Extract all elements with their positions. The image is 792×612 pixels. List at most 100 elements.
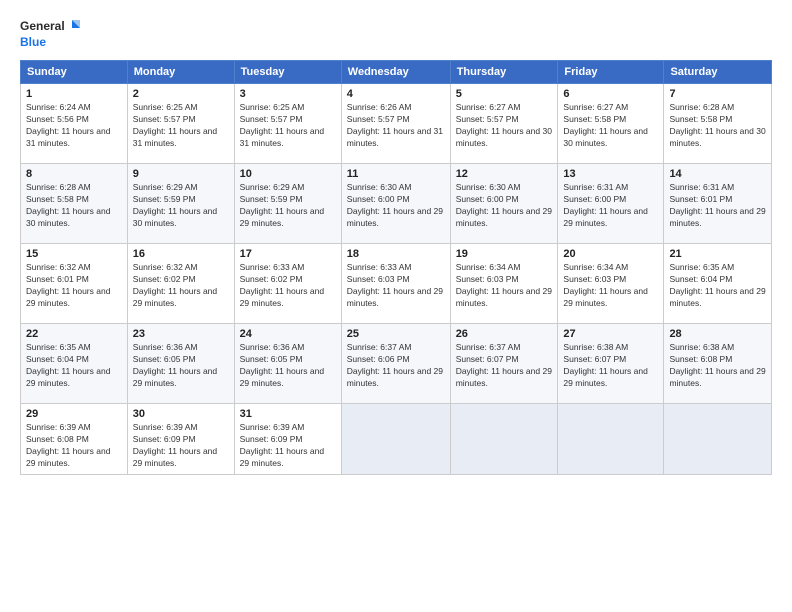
day-number: 3: [240, 88, 336, 100]
day-info: Sunrise: 6:37 AM Sunset: 6:06 PM Dayligh…: [347, 342, 445, 390]
day-cell: 6 Sunrise: 6:27 AM Sunset: 5:58 PM Dayli…: [558, 84, 664, 164]
day-number: 11: [347, 168, 445, 180]
day-cell: 24 Sunrise: 6:36 AM Sunset: 6:05 PM Dayl…: [234, 324, 341, 404]
day-cell: [664, 404, 772, 475]
day-number: 5: [456, 88, 553, 100]
day-number: 10: [240, 168, 336, 180]
day-info: Sunrise: 6:24 AM Sunset: 5:56 PM Dayligh…: [26, 102, 122, 150]
day-info: Sunrise: 6:39 AM Sunset: 6:09 PM Dayligh…: [133, 422, 229, 470]
day-cell: 30 Sunrise: 6:39 AM Sunset: 6:09 PM Dayl…: [127, 404, 234, 475]
day-number: 31: [240, 408, 336, 420]
day-cell: [450, 404, 558, 475]
day-info: Sunrise: 6:34 AM Sunset: 6:03 PM Dayligh…: [456, 262, 553, 310]
day-cell: 22 Sunrise: 6:35 AM Sunset: 6:04 PM Dayl…: [21, 324, 128, 404]
day-cell: 19 Sunrise: 6:34 AM Sunset: 6:03 PM Dayl…: [450, 244, 558, 324]
day-cell: [341, 404, 450, 475]
header: General Blue: [20, 16, 772, 52]
day-info: Sunrise: 6:32 AM Sunset: 6:02 PM Dayligh…: [133, 262, 229, 310]
weekday-header-sunday: Sunday: [21, 61, 128, 84]
day-number: 16: [133, 248, 229, 260]
day-info: Sunrise: 6:25 AM Sunset: 5:57 PM Dayligh…: [133, 102, 229, 150]
day-number: 6: [563, 88, 658, 100]
day-info: Sunrise: 6:35 AM Sunset: 6:04 PM Dayligh…: [26, 342, 122, 390]
day-cell: 29 Sunrise: 6:39 AM Sunset: 6:08 PM Dayl…: [21, 404, 128, 475]
calendar-table: SundayMondayTuesdayWednesdayThursdayFrid…: [20, 60, 772, 475]
day-cell: 13 Sunrise: 6:31 AM Sunset: 6:00 PM Dayl…: [558, 164, 664, 244]
day-number: 13: [563, 168, 658, 180]
day-info: Sunrise: 6:26 AM Sunset: 5:57 PM Dayligh…: [347, 102, 445, 150]
day-number: 9: [133, 168, 229, 180]
day-info: Sunrise: 6:37 AM Sunset: 6:07 PM Dayligh…: [456, 342, 553, 390]
day-info: Sunrise: 6:30 AM Sunset: 6:00 PM Dayligh…: [456, 182, 553, 230]
day-cell: [558, 404, 664, 475]
day-number: 27: [563, 328, 658, 340]
day-cell: 14 Sunrise: 6:31 AM Sunset: 6:01 PM Dayl…: [664, 164, 772, 244]
day-cell: 8 Sunrise: 6:28 AM Sunset: 5:58 PM Dayli…: [21, 164, 128, 244]
day-number: 7: [669, 88, 766, 100]
day-info: Sunrise: 6:31 AM Sunset: 6:00 PM Dayligh…: [563, 182, 658, 230]
day-info: Sunrise: 6:29 AM Sunset: 5:59 PM Dayligh…: [133, 182, 229, 230]
day-number: 15: [26, 248, 122, 260]
weekday-header-thursday: Thursday: [450, 61, 558, 84]
week-row-5: 29 Sunrise: 6:39 AM Sunset: 6:08 PM Dayl…: [21, 404, 772, 475]
day-info: Sunrise: 6:39 AM Sunset: 6:08 PM Dayligh…: [26, 422, 122, 470]
day-info: Sunrise: 6:39 AM Sunset: 6:09 PM Dayligh…: [240, 422, 336, 470]
weekday-header-friday: Friday: [558, 61, 664, 84]
day-number: 17: [240, 248, 336, 260]
day-cell: 27 Sunrise: 6:38 AM Sunset: 6:07 PM Dayl…: [558, 324, 664, 404]
day-info: Sunrise: 6:28 AM Sunset: 5:58 PM Dayligh…: [669, 102, 766, 150]
day-cell: 7 Sunrise: 6:28 AM Sunset: 5:58 PM Dayli…: [664, 84, 772, 164]
day-cell: 17 Sunrise: 6:33 AM Sunset: 6:02 PM Dayl…: [234, 244, 341, 324]
day-info: Sunrise: 6:32 AM Sunset: 6:01 PM Dayligh…: [26, 262, 122, 310]
day-info: Sunrise: 6:34 AM Sunset: 6:03 PM Dayligh…: [563, 262, 658, 310]
day-info: Sunrise: 6:38 AM Sunset: 6:07 PM Dayligh…: [563, 342, 658, 390]
day-cell: 28 Sunrise: 6:38 AM Sunset: 6:08 PM Dayl…: [664, 324, 772, 404]
day-info: Sunrise: 6:25 AM Sunset: 5:57 PM Dayligh…: [240, 102, 336, 150]
day-info: Sunrise: 6:28 AM Sunset: 5:58 PM Dayligh…: [26, 182, 122, 230]
day-info: Sunrise: 6:27 AM Sunset: 5:57 PM Dayligh…: [456, 102, 553, 150]
day-cell: 31 Sunrise: 6:39 AM Sunset: 6:09 PM Dayl…: [234, 404, 341, 475]
day-number: 4: [347, 88, 445, 100]
day-number: 8: [26, 168, 122, 180]
day-number: 12: [456, 168, 553, 180]
day-number: 28: [669, 328, 766, 340]
day-cell: 12 Sunrise: 6:30 AM Sunset: 6:00 PM Dayl…: [450, 164, 558, 244]
day-number: 22: [26, 328, 122, 340]
day-info: Sunrise: 6:27 AM Sunset: 5:58 PM Dayligh…: [563, 102, 658, 150]
day-cell: 9 Sunrise: 6:29 AM Sunset: 5:59 PM Dayli…: [127, 164, 234, 244]
day-cell: 23 Sunrise: 6:36 AM Sunset: 6:05 PM Dayl…: [127, 324, 234, 404]
weekday-header-wednesday: Wednesday: [341, 61, 450, 84]
page: General Blue SundayMondayTuesdayWednesda…: [0, 0, 792, 612]
day-cell: 20 Sunrise: 6:34 AM Sunset: 6:03 PM Dayl…: [558, 244, 664, 324]
day-cell: 1 Sunrise: 6:24 AM Sunset: 5:56 PM Dayli…: [21, 84, 128, 164]
day-cell: 21 Sunrise: 6:35 AM Sunset: 6:04 PM Dayl…: [664, 244, 772, 324]
generalblue-logo: General Blue: [20, 16, 80, 52]
week-row-2: 8 Sunrise: 6:28 AM Sunset: 5:58 PM Dayli…: [21, 164, 772, 244]
day-info: Sunrise: 6:36 AM Sunset: 6:05 PM Dayligh…: [133, 342, 229, 390]
week-row-3: 15 Sunrise: 6:32 AM Sunset: 6:01 PM Dayl…: [21, 244, 772, 324]
day-info: Sunrise: 6:29 AM Sunset: 5:59 PM Dayligh…: [240, 182, 336, 230]
day-cell: 11 Sunrise: 6:30 AM Sunset: 6:00 PM Dayl…: [341, 164, 450, 244]
day-number: 1: [26, 88, 122, 100]
day-number: 14: [669, 168, 766, 180]
svg-text:General: General: [20, 19, 65, 33]
day-info: Sunrise: 6:33 AM Sunset: 6:02 PM Dayligh…: [240, 262, 336, 310]
day-number: 2: [133, 88, 229, 100]
week-row-1: 1 Sunrise: 6:24 AM Sunset: 5:56 PM Dayli…: [21, 84, 772, 164]
day-cell: 3 Sunrise: 6:25 AM Sunset: 5:57 PM Dayli…: [234, 84, 341, 164]
day-info: Sunrise: 6:31 AM Sunset: 6:01 PM Dayligh…: [669, 182, 766, 230]
logo: General Blue: [20, 16, 80, 52]
day-number: 30: [133, 408, 229, 420]
day-cell: 18 Sunrise: 6:33 AM Sunset: 6:03 PM Dayl…: [341, 244, 450, 324]
week-row-4: 22 Sunrise: 6:35 AM Sunset: 6:04 PM Dayl…: [21, 324, 772, 404]
day-cell: 26 Sunrise: 6:37 AM Sunset: 6:07 PM Dayl…: [450, 324, 558, 404]
day-number: 26: [456, 328, 553, 340]
weekday-header-tuesday: Tuesday: [234, 61, 341, 84]
day-number: 20: [563, 248, 658, 260]
day-info: Sunrise: 6:36 AM Sunset: 6:05 PM Dayligh…: [240, 342, 336, 390]
day-number: 21: [669, 248, 766, 260]
day-info: Sunrise: 6:33 AM Sunset: 6:03 PM Dayligh…: [347, 262, 445, 310]
day-number: 29: [26, 408, 122, 420]
weekday-header-saturday: Saturday: [664, 61, 772, 84]
day-cell: 16 Sunrise: 6:32 AM Sunset: 6:02 PM Dayl…: [127, 244, 234, 324]
